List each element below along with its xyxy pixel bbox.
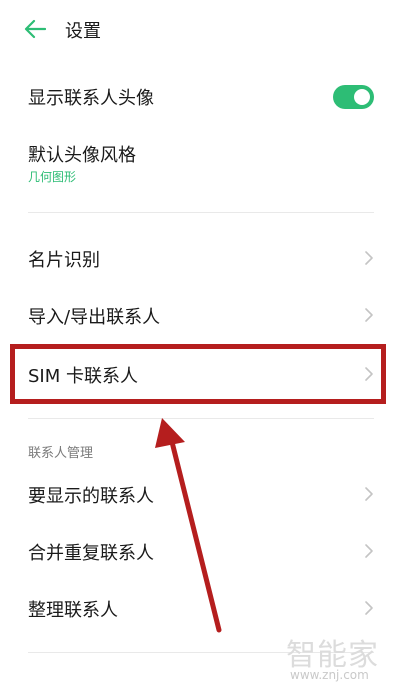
show-avatar-toggle[interactable]	[333, 85, 374, 109]
back-arrow-icon[interactable]	[24, 19, 46, 39]
divider	[28, 652, 374, 653]
organize-contacts-label: 整理联系人	[28, 600, 118, 621]
import-export-label: 导入/导出联系人	[28, 307, 161, 328]
card-recognition-row[interactable]: 名片识别	[0, 234, 400, 282]
divider	[28, 212, 374, 213]
chevron-right-icon	[365, 544, 373, 558]
avatar-style-label: 默认头像风格	[28, 145, 136, 166]
visible-contacts-label: 要显示的联系人	[28, 486, 154, 507]
card-recognition-label: 名片识别	[28, 250, 100, 271]
sim-contacts-row[interactable]: SIM 卡联系人	[0, 350, 400, 398]
page-title: 设置	[65, 21, 101, 42]
chevron-right-icon	[365, 308, 373, 322]
organize-contacts-row[interactable]: 整理联系人	[0, 584, 400, 632]
chevron-right-icon	[365, 251, 373, 265]
watermark-url: www.znj.com	[290, 668, 369, 682]
merge-duplicates-label: 合并重复联系人	[28, 543, 154, 564]
merge-duplicates-row[interactable]: 合并重复联系人	[0, 527, 400, 575]
section-label-contact-management: 联系人管理	[28, 446, 94, 461]
show-avatar-label: 显示联系人头像	[28, 88, 154, 109]
avatar-style-row[interactable]: 默认头像风格 几何图形	[0, 135, 400, 195]
watermark-logo: 智能家 www.znj.com	[284, 630, 392, 690]
divider	[28, 418, 374, 419]
chevron-right-icon	[365, 487, 373, 501]
import-export-row[interactable]: 导入/导出联系人	[0, 291, 400, 339]
avatar-style-value: 几何图形	[28, 170, 77, 184]
visible-contacts-row[interactable]: 要显示的联系人	[0, 470, 400, 518]
sim-contacts-label: SIM 卡联系人	[28, 366, 138, 387]
chevron-right-icon	[365, 601, 373, 615]
toggle-knob	[354, 89, 370, 105]
chevron-right-icon	[365, 367, 373, 381]
header-bar: 设置	[0, 0, 400, 60]
